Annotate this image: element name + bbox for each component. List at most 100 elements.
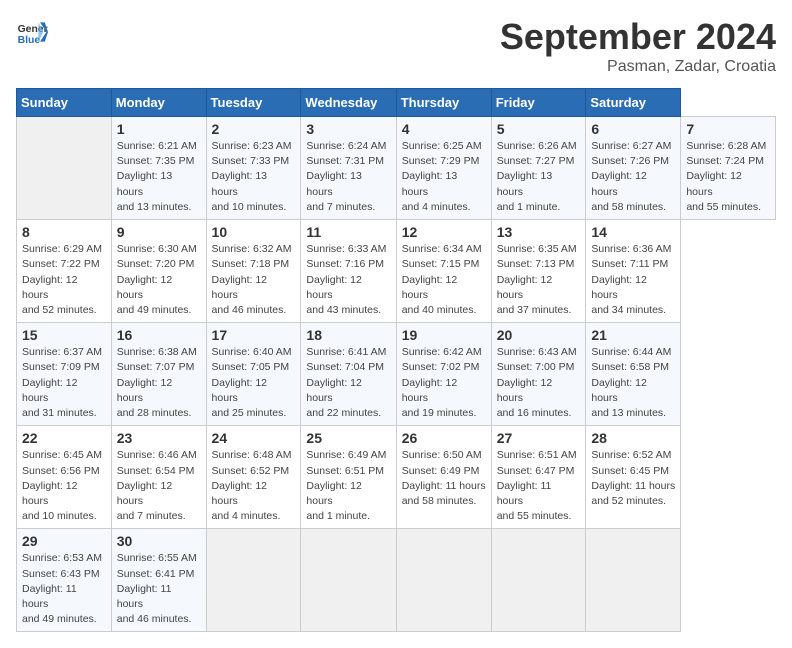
day-number: 14: [591, 224, 675, 240]
cell-sun-info: Sunrise: 6:30 AMSunset: 7:20 PMDaylight:…: [117, 242, 201, 318]
calendar-cell: [491, 529, 586, 632]
day-number: 5: [497, 121, 581, 137]
calendar-cell: [301, 529, 396, 632]
calendar-cell: 6Sunrise: 6:27 AMSunset: 7:26 PMDaylight…: [586, 117, 681, 220]
cell-sun-info: Sunrise: 6:23 AMSunset: 7:33 PMDaylight:…: [212, 139, 296, 215]
day-number: 17: [212, 327, 296, 343]
day-number: 21: [591, 327, 675, 343]
calendar-cell: 4Sunrise: 6:25 AMSunset: 7:29 PMDaylight…: [396, 117, 491, 220]
calendar-cell: 11 Sunrise: 6:33 AMSunset: 7:16 PMDayligh…: [301, 220, 396, 323]
day-number: 1: [117, 121, 201, 137]
day-number: 10: [212, 224, 296, 240]
calendar-cell: 25Sunrise: 6:49 AMSunset: 6:51 PMDayligh…: [301, 426, 396, 529]
day-number: 25: [306, 430, 390, 446]
calendar-cell: 8 Sunrise: 6:29 AMSunset: 7:22 PMDaylight…: [17, 220, 112, 323]
generalblue-logo-icon: General Blue: [16, 16, 48, 48]
calendar-week-4: 22 Sunrise: 6:45 AMSunset: 6:56 PMDayligh…: [17, 426, 776, 529]
day-number: 19: [402, 327, 486, 343]
day-number: 22: [22, 430, 106, 446]
calendar-cell: 1 Sunrise: 6:21 AMSunset: 7:35 PMDaylight…: [111, 117, 206, 220]
calendar-cell: 30Sunrise: 6:55 AMSunset: 6:41 PMDayligh…: [111, 529, 206, 632]
day-number: 7: [686, 121, 770, 137]
calendar-cell: 3 Sunrise: 6:24 AMSunset: 7:31 PMDaylight…: [301, 117, 396, 220]
day-number: 28: [591, 430, 675, 446]
calendar-cell: 18 Sunrise: 6:41 AMSunset: 7:04 PMDayligh…: [301, 323, 396, 426]
calendar-cell: 16 Sunrise: 6:38 AMSunset: 7:07 PMDayligh…: [111, 323, 206, 426]
calendar-body: 1 Sunrise: 6:21 AMSunset: 7:35 PMDaylight…: [17, 117, 776, 632]
calendar-cell: 26 Sunrise: 6:50 AMSunset: 6:49 PMDayligh…: [396, 426, 491, 529]
cell-sun-info: Sunrise: 6:41 AMSunset: 7:04 PMDaylight:…: [306, 345, 390, 421]
calendar-cell: [17, 117, 112, 220]
day-number: 23: [117, 430, 201, 446]
calendar-table: SundayMondayTuesdayWednesdayThursdayFrid…: [16, 88, 776, 632]
calendar-cell: 29 Sunrise: 6:53 AMSunset: 6:43 PMDayligh…: [17, 529, 112, 632]
cell-sun-info: Sunrise: 6:38 AMSunset: 7:07 PMDaylight:…: [117, 345, 201, 421]
column-headers-row: SundayMondayTuesdayWednesdayThursdayFrid…: [17, 89, 776, 117]
cell-sun-info: Sunrise: 6:32 AMSunset: 7:18 PMDaylight:…: [212, 242, 296, 318]
day-number: 18: [306, 327, 390, 343]
cell-sun-info: Sunrise: 6:44 AMSunset: 6:58 PMDaylight:…: [591, 345, 675, 421]
logo: General Blue: [16, 16, 48, 48]
cell-sun-info: Sunrise: 6:50 AMSunset: 6:49 PMDaylight:…: [402, 448, 486, 509]
cell-sun-info: Sunrise: 6:42 AMSunset: 7:02 PMDaylight:…: [402, 345, 486, 421]
header: General Blue September 2024 Pasman, Zada…: [16, 16, 776, 76]
cell-sun-info: Sunrise: 6:25 AMSunset: 7:29 PMDaylight:…: [402, 139, 486, 215]
day-number: 3: [306, 121, 390, 137]
cell-sun-info: Sunrise: 6:53 AMSunset: 6:43 PMDaylight:…: [22, 551, 106, 627]
cell-sun-info: Sunrise: 6:29 AMSunset: 7:22 PMDaylight:…: [22, 242, 106, 318]
calendar-cell: 20 Sunrise: 6:43 AMSunset: 7:00 PMDayligh…: [491, 323, 586, 426]
day-number: 11: [306, 224, 390, 240]
cell-sun-info: Sunrise: 6:36 AMSunset: 7:11 PMDaylight:…: [591, 242, 675, 318]
col-header-saturday: Saturday: [586, 89, 681, 117]
calendar-week-2: 8 Sunrise: 6:29 AMSunset: 7:22 PMDaylight…: [17, 220, 776, 323]
cell-sun-info: Sunrise: 6:35 AMSunset: 7:13 PMDaylight:…: [497, 242, 581, 318]
day-number: 9: [117, 224, 201, 240]
day-number: 29: [22, 533, 106, 549]
cell-sun-info: Sunrise: 6:21 AMSunset: 7:35 PMDaylight:…: [117, 139, 201, 215]
calendar-cell: 19 Sunrise: 6:42 AMSunset: 7:02 PMDayligh…: [396, 323, 491, 426]
cell-sun-info: Sunrise: 6:37 AMSunset: 7:09 PMDaylight:…: [22, 345, 106, 421]
cell-sun-info: Sunrise: 6:45 AMSunset: 6:56 PMDaylight:…: [22, 448, 106, 524]
day-number: 15: [22, 327, 106, 343]
col-header-friday: Friday: [491, 89, 586, 117]
day-number: 16: [117, 327, 201, 343]
calendar-cell: 21 Sunrise: 6:44 AMSunset: 6:58 PMDayligh…: [586, 323, 681, 426]
calendar-cell: [396, 529, 491, 632]
cell-sun-info: Sunrise: 6:28 AMSunset: 7:24 PMDaylight:…: [686, 139, 770, 215]
calendar-cell: 14 Sunrise: 6:36 AMSunset: 7:11 PMDayligh…: [586, 220, 681, 323]
day-number: 24: [212, 430, 296, 446]
calendar-cell: [206, 529, 301, 632]
cell-sun-info: Sunrise: 6:46 AMSunset: 6:54 PMDaylight:…: [117, 448, 201, 524]
cell-sun-info: Sunrise: 6:43 AMSunset: 7:00 PMDaylight:…: [497, 345, 581, 421]
col-header-tuesday: Tuesday: [206, 89, 301, 117]
calendar-cell: 15 Sunrise: 6:37 AMSunset: 7:09 PMDayligh…: [17, 323, 112, 426]
cell-sun-info: Sunrise: 6:26 AMSunset: 7:27 PMDaylight:…: [497, 139, 581, 215]
day-number: 20: [497, 327, 581, 343]
calendar-cell: 28 Sunrise: 6:52 AMSunset: 6:45 PMDayligh…: [586, 426, 681, 529]
cell-sun-info: Sunrise: 6:24 AMSunset: 7:31 PMDaylight:…: [306, 139, 390, 215]
cell-sun-info: Sunrise: 6:27 AMSunset: 7:26 PMDaylight:…: [591, 139, 675, 215]
day-number: 27: [497, 430, 581, 446]
calendar-cell: 9 Sunrise: 6:30 AMSunset: 7:20 PMDaylight…: [111, 220, 206, 323]
col-header-sunday: Sunday: [17, 89, 112, 117]
col-header-wednesday: Wednesday: [301, 89, 396, 117]
day-number: 2: [212, 121, 296, 137]
cell-sun-info: Sunrise: 6:33 AMSunset: 7:16 PMDaylight:…: [306, 242, 390, 318]
calendar-week-5: 29 Sunrise: 6:53 AMSunset: 6:43 PMDayligh…: [17, 529, 776, 632]
calendar-cell: 13Sunrise: 6:35 AMSunset: 7:13 PMDayligh…: [491, 220, 586, 323]
calendar-cell: 22 Sunrise: 6:45 AMSunset: 6:56 PMDayligh…: [17, 426, 112, 529]
calendar-cell: 23 Sunrise: 6:46 AMSunset: 6:54 PMDayligh…: [111, 426, 206, 529]
calendar-cell: 17Sunrise: 6:40 AMSunset: 7:05 PMDayligh…: [206, 323, 301, 426]
cell-sun-info: Sunrise: 6:52 AMSunset: 6:45 PMDaylight:…: [591, 448, 675, 509]
day-number: 8: [22, 224, 106, 240]
calendar-cell: 5 Sunrise: 6:26 AMSunset: 7:27 PMDaylight…: [491, 117, 586, 220]
day-number: 26: [402, 430, 486, 446]
calendar-cell: 24 Sunrise: 6:48 AMSunset: 6:52 PMDayligh…: [206, 426, 301, 529]
location-title: Pasman, Zadar, Croatia: [500, 58, 776, 76]
col-header-monday: Monday: [111, 89, 206, 117]
month-title: September 2024: [500, 16, 776, 58]
calendar-cell: 12Sunrise: 6:34 AMSunset: 7:15 PMDayligh…: [396, 220, 491, 323]
cell-sun-info: Sunrise: 6:48 AMSunset: 6:52 PMDaylight:…: [212, 448, 296, 524]
cell-sun-info: Sunrise: 6:55 AMSunset: 6:41 PMDaylight:…: [117, 551, 201, 627]
col-header-thursday: Thursday: [396, 89, 491, 117]
